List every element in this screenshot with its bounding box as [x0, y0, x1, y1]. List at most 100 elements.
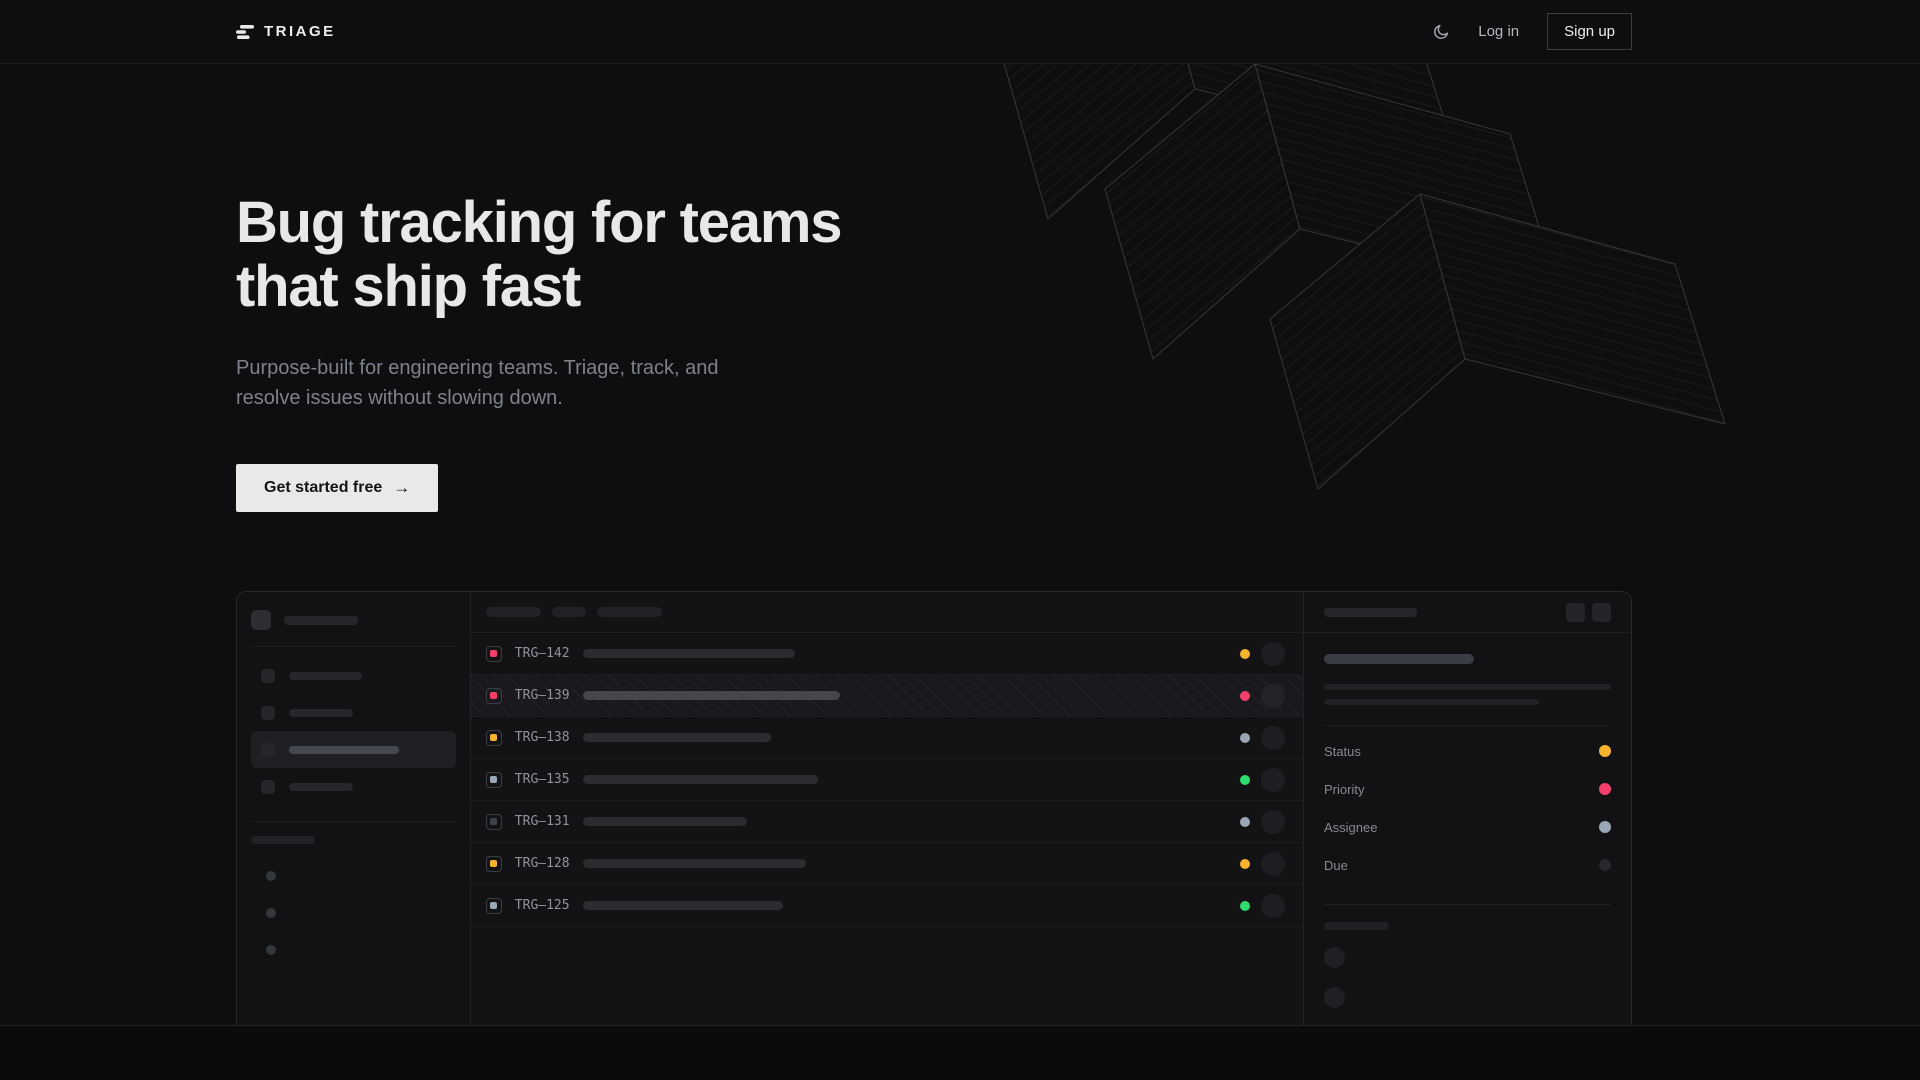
issue-title-skeleton — [583, 775, 818, 784]
hero-subtitle: Purpose-built for engineering teams. Tri… — [236, 353, 718, 413]
issue-title-skeleton — [583, 859, 806, 868]
issue-type-icon — [486, 898, 502, 914]
status-dot — [1240, 649, 1250, 659]
assignee-avatar — [1261, 894, 1285, 918]
sidebar-nav-item — [251, 657, 456, 694]
toolbar-pill-skeleton — [597, 607, 662, 617]
status-dot — [1240, 691, 1250, 701]
nav-icon-placeholder — [261, 743, 275, 757]
detail-header — [1304, 592, 1631, 633]
hero-section: Bug tracking for teams that ship fast Pu… — [0, 64, 1920, 1025]
property-label: Due — [1324, 858, 1348, 873]
detail-divider — [1324, 725, 1611, 726]
issue-id: TRG–128 — [515, 856, 577, 871]
property-value-dot — [1599, 859, 1611, 871]
property-value-dot — [1599, 745, 1611, 757]
workspace-name-skeleton — [284, 616, 358, 625]
toolbar-pill-skeleton — [552, 607, 586, 617]
sidebar-dot-placeholder — [266, 908, 276, 918]
login-link[interactable]: Log in — [1478, 23, 1519, 40]
get-started-button[interactable]: Get started free → — [236, 464, 438, 512]
hero-title: Bug tracking for teams that ship fast — [236, 191, 841, 319]
property-row: Due — [1324, 846, 1611, 884]
mockup-workspace-row — [251, 610, 456, 630]
issue-row: TRG–138 — [471, 717, 1303, 759]
issue-type-icon — [486, 646, 502, 662]
sidebar-divider — [251, 821, 456, 822]
nav-label-skeleton — [289, 672, 362, 680]
detail-body: Status Priority Assignee Due — [1304, 654, 1631, 1008]
nav-icon-placeholder — [261, 780, 275, 794]
issue-id: TRG–142 — [515, 646, 577, 661]
issue-id: TRG–139 — [515, 688, 577, 703]
theme-toggle-moon-icon[interactable] — [1432, 23, 1450, 41]
issue-row: TRG–128 — [471, 843, 1303, 885]
issue-type-icon — [486, 772, 502, 788]
detail-text-skeleton — [1324, 699, 1539, 705]
nav-label-skeleton — [289, 709, 353, 717]
top-nav: TRIAGE Log in Sign up — [0, 0, 1920, 64]
footer — [0, 1025, 1920, 1080]
property-label: Assignee — [1324, 820, 1377, 835]
sidebar-dot-placeholder — [266, 945, 276, 955]
issue-id: TRG–125 — [515, 898, 577, 913]
app-mockup: TRG–142 TRG–139 TRG–138 — [236, 591, 1632, 1025]
detail-title-skeleton — [1324, 654, 1474, 664]
mockup-detail-panel: Status Priority Assignee Due — [1304, 592, 1631, 1025]
issue-id: TRG–138 — [515, 730, 577, 745]
issue-id: TRG–131 — [515, 814, 577, 829]
mockup-issue-list: TRG–142 TRG–139 TRG–138 — [471, 592, 1304, 1025]
hero-subtitle-line2: resolve issues without slowing down. — [236, 387, 563, 409]
sidebar-section-label-skeleton — [251, 836, 315, 844]
issue-title-skeleton — [583, 691, 840, 700]
assignee-avatar — [1261, 852, 1285, 876]
issue-list-toolbar — [471, 592, 1303, 633]
issue-type-icon — [486, 730, 502, 746]
status-dot — [1240, 901, 1250, 911]
toolbar-pill-skeleton — [486, 607, 541, 617]
issue-id: TRG–135 — [515, 772, 577, 787]
nav-icon-placeholder — [261, 706, 275, 720]
issue-title-skeleton — [583, 817, 747, 826]
sidebar-nav-item — [251, 768, 456, 805]
issue-row: TRG–142 — [471, 633, 1303, 675]
assignee-avatar — [1261, 684, 1285, 708]
issue-type-icon — [486, 814, 502, 830]
get-started-label: Get started free — [264, 479, 382, 497]
issue-type-icon — [486, 856, 502, 872]
comment-avatar-placeholder — [1324, 987, 1345, 1008]
triage-logo-icon — [236, 23, 254, 41]
property-row: Assignee — [1324, 808, 1611, 846]
status-dot — [1240, 733, 1250, 743]
detail-divider — [1324, 904, 1611, 905]
nav-actions: Log in Sign up — [1432, 13, 1632, 50]
sidebar-nav-item — [251, 694, 456, 731]
property-value-dot — [1599, 783, 1611, 795]
nav-label-skeleton — [289, 783, 353, 791]
issue-title-skeleton — [583, 649, 795, 658]
issue-title-skeleton — [583, 901, 783, 910]
detail-header-skeleton — [1324, 608, 1417, 617]
sidebar-dot-placeholder — [266, 871, 276, 881]
assignee-avatar — [1261, 768, 1285, 792]
property-value-dot — [1599, 821, 1611, 833]
status-dot — [1240, 859, 1250, 869]
property-row: Priority — [1324, 770, 1611, 808]
assignee-avatar — [1261, 726, 1285, 750]
hero-subtitle-line1: Purpose-built for engineering teams. Tri… — [236, 357, 718, 379]
detail-text-skeleton — [1324, 684, 1611, 690]
arrow-right-icon: → — [393, 478, 410, 498]
assignee-avatar — [1261, 642, 1285, 666]
brand-logo[interactable]: TRIAGE — [236, 23, 336, 41]
sidebar-nav-item-active — [251, 731, 456, 768]
status-dot — [1240, 775, 1250, 785]
nav-label-skeleton — [289, 746, 399, 754]
issue-type-icon — [486, 688, 502, 704]
status-dot — [1240, 817, 1250, 827]
nav-icon-placeholder — [261, 669, 275, 683]
hero-title-line2: that ship fast — [236, 254, 580, 319]
hero-title-line1: Bug tracking for teams — [236, 190, 841, 255]
signup-button[interactable]: Sign up — [1547, 13, 1632, 50]
issue-row: TRG–135 — [471, 759, 1303, 801]
workspace-avatar-placeholder — [251, 610, 271, 630]
